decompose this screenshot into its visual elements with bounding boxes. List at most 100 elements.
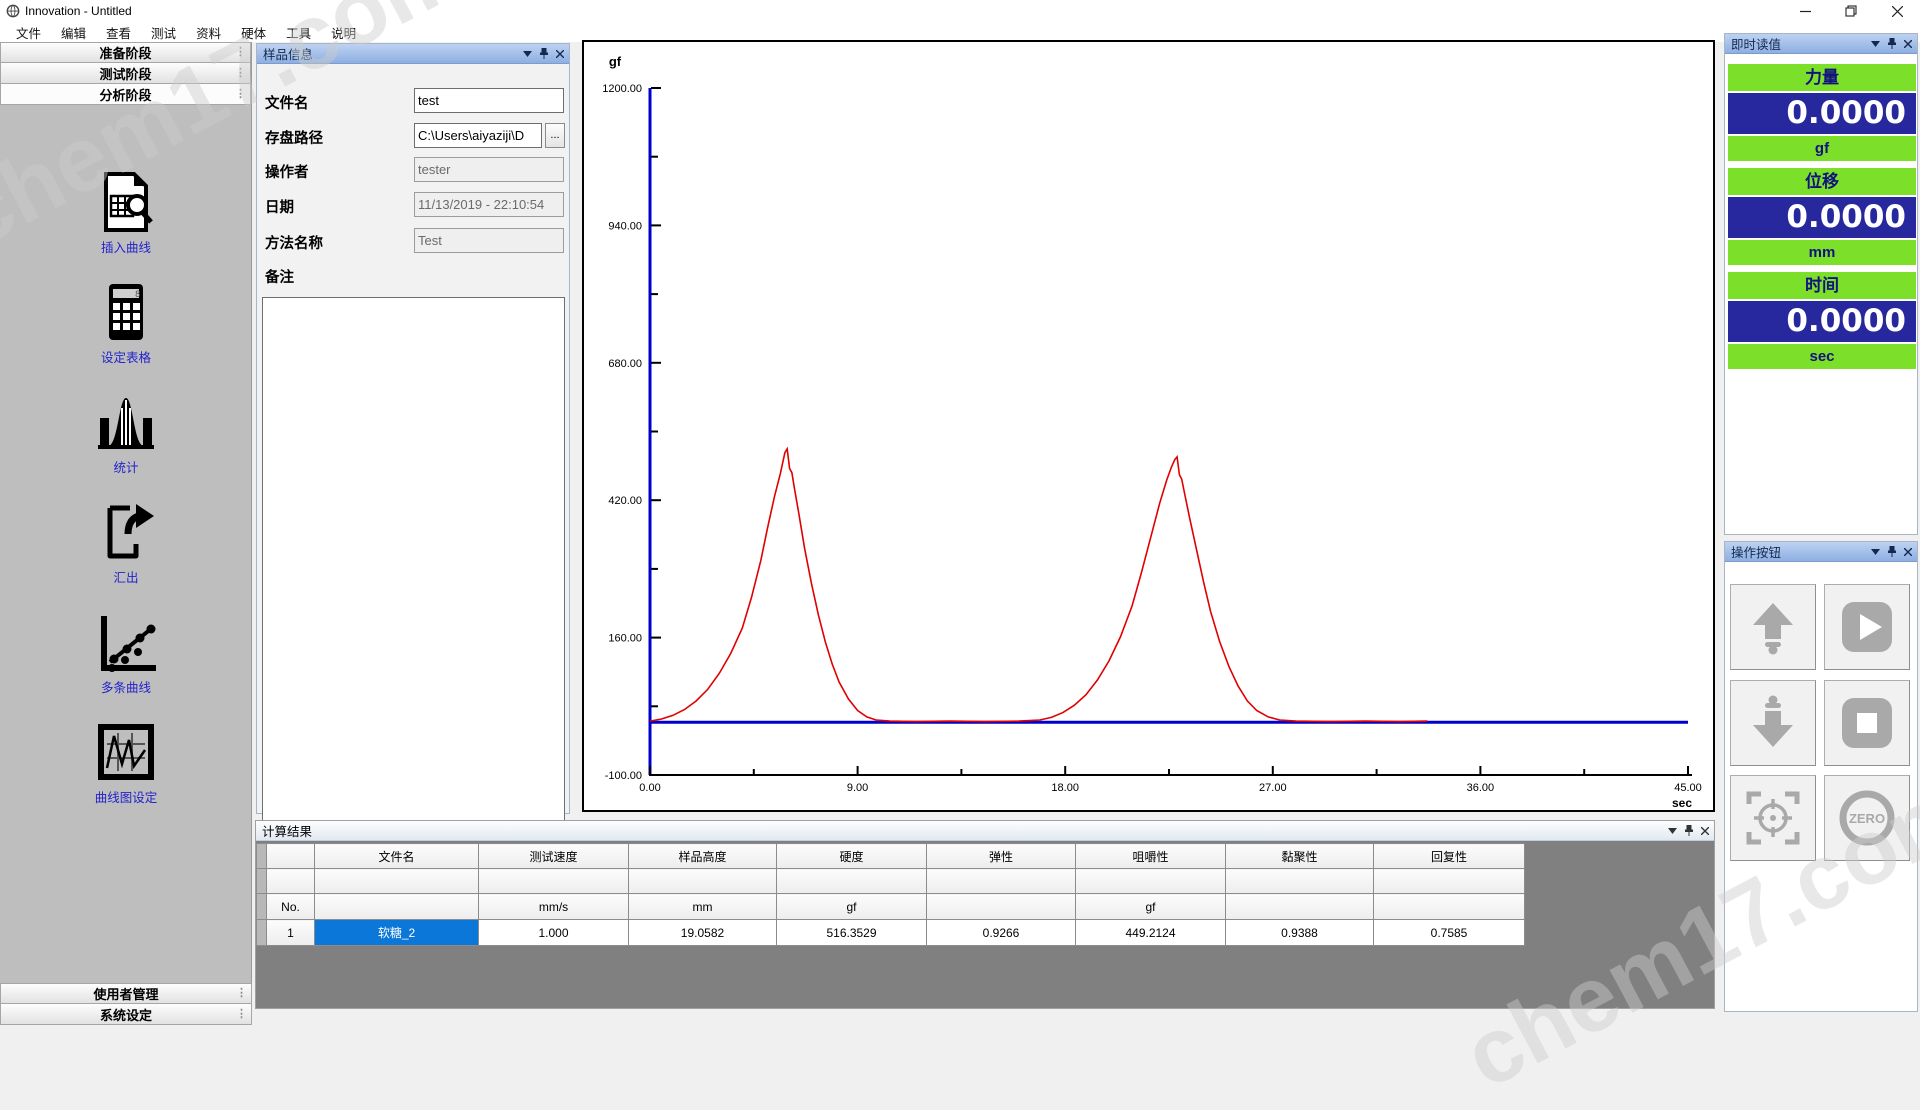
- realtime-readings-panel: 即时读值 力量 0.0000 gf 位移 0.0000 mm 时间 0.0000…: [1724, 33, 1918, 535]
- multi-curve-icon: [94, 610, 158, 674]
- close-button[interactable]: [1874, 0, 1920, 22]
- save-path-input[interactable]: [414, 123, 542, 148]
- result-value-cell[interactable]: 0.9266: [927, 920, 1076, 946]
- svg-text:8: 8: [135, 290, 140, 300]
- force-value: 0.0000: [1728, 93, 1916, 134]
- menu-help[interactable]: 说明: [321, 21, 366, 44]
- table-cell: [1374, 869, 1525, 894]
- tool-insert-curve[interactable]: 插入曲线: [0, 170, 252, 256]
- time-label: 时间: [1728, 272, 1916, 299]
- panel-close-icon[interactable]: [1904, 548, 1912, 556]
- target-button[interactable]: [1730, 775, 1816, 861]
- column-header: 咀嚼性: [1076, 844, 1226, 869]
- pin-icon[interactable]: [1685, 825, 1693, 836]
- column-header: 硬度: [777, 844, 927, 869]
- panel-menu-button[interactable]: [1871, 41, 1880, 47]
- sample-name-cell[interactable]: 软糖_2: [315, 920, 479, 946]
- menu-tools[interactable]: 工具: [276, 21, 321, 44]
- export-icon: [94, 500, 158, 564]
- unit-cell: mm/s: [479, 894, 629, 920]
- menu-test[interactable]: 测试: [141, 21, 186, 44]
- stop-icon: [1839, 695, 1895, 751]
- operator-input[interactable]: [414, 157, 564, 182]
- tool-chart-settings[interactable]: 曲线图设定: [0, 720, 252, 806]
- result-value-cell[interactable]: 516.3529: [777, 920, 927, 946]
- menu-edit[interactable]: 编辑: [51, 21, 96, 44]
- pin-icon[interactable]: [1888, 38, 1896, 49]
- run-button[interactable]: [1824, 584, 1910, 670]
- realtime-header: 即时读值: [1725, 34, 1917, 54]
- stage-prepare[interactable]: 准备阶段⋮: [0, 42, 251, 63]
- result-value-cell[interactable]: 1.000: [479, 920, 629, 946]
- tool-set-table[interactable]: 8 设定表格: [0, 280, 252, 366]
- sample-info-header: 样品信息: [257, 44, 569, 64]
- method-name-input[interactable]: [414, 228, 564, 253]
- insert-curve-icon: [94, 170, 158, 234]
- control-buttons-panel: 操作按钮: [1724, 541, 1918, 1012]
- window-title: Innovation - Untitled: [25, 4, 132, 18]
- result-value-cell[interactable]: 449.2124: [1076, 920, 1226, 946]
- tool-export[interactable]: 汇出: [0, 500, 252, 586]
- table-cell: [257, 894, 267, 920]
- zero-button[interactable]: ZERO: [1824, 775, 1910, 861]
- svg-text:940.00: 940.00: [608, 220, 642, 232]
- svg-text:27.00: 27.00: [1259, 782, 1287, 794]
- user-management-button[interactable]: 使用者管理⋮: [0, 983, 252, 1004]
- time-unit: sec: [1728, 344, 1916, 369]
- browse-button[interactable]: ...: [545, 123, 565, 148]
- menu-data[interactable]: 资料: [186, 21, 231, 44]
- notes-textarea[interactable]: [262, 297, 565, 823]
- chart-settings-icon: [94, 720, 158, 784]
- svg-text:-100.00: -100.00: [605, 770, 642, 782]
- restore-button[interactable]: [1828, 0, 1874, 22]
- menu-view[interactable]: 查看: [96, 21, 141, 44]
- unit-cell: [1374, 894, 1525, 920]
- panel-close-icon[interactable]: [1904, 40, 1912, 48]
- pin-icon[interactable]: [540, 48, 548, 59]
- panel-close-icon[interactable]: [1701, 827, 1709, 835]
- svg-text:160.00: 160.00: [608, 633, 642, 645]
- play-icon: [1839, 599, 1895, 655]
- svg-text:9.00: 9.00: [847, 782, 868, 794]
- stop-button[interactable]: [1824, 680, 1910, 766]
- system-settings-button[interactable]: 系统设定⋮: [0, 1004, 252, 1025]
- filename-input[interactable]: [414, 88, 564, 113]
- probe-down-button[interactable]: [1730, 680, 1816, 766]
- result-value-cell[interactable]: 19.0582: [629, 920, 777, 946]
- grip-dots: ⋮: [235, 49, 246, 56]
- table-cell: [777, 869, 927, 894]
- table-cell: [927, 869, 1076, 894]
- sample-info-panel: 样品信息 文件名 存盘路径 ... 操作者 日期 方法名称 备注: [256, 43, 570, 814]
- result-value-cell[interactable]: 0.7585: [1374, 920, 1525, 946]
- tool-statistics[interactable]: 统计: [0, 390, 252, 476]
- stage-test[interactable]: 测试阶段⋮: [0, 63, 251, 84]
- menu-hardware[interactable]: 硬体: [231, 21, 276, 44]
- grip-dots: ⋮: [236, 990, 247, 997]
- table-cell: [629, 869, 777, 894]
- results-table: 文件名测试速度样品高度硬度弹性咀嚼性黏聚性回复性No.mm/smmgfgf1软糖…: [256, 843, 1525, 946]
- displacement-value: 0.0000: [1728, 197, 1916, 238]
- date-label: 日期: [265, 196, 294, 217]
- panel-menu-button[interactable]: [523, 51, 532, 57]
- tool-multi-curve[interactable]: 多条曲线: [0, 610, 252, 696]
- panel-close-icon[interactable]: [556, 50, 564, 58]
- column-header: 样品高度: [629, 844, 777, 869]
- table-cell: [267, 844, 315, 869]
- probe-up-button[interactable]: [1730, 584, 1816, 670]
- minimize-button[interactable]: [1782, 0, 1828, 22]
- pin-icon[interactable]: [1888, 546, 1896, 557]
- result-value-cell[interactable]: 0.9388: [1226, 920, 1374, 946]
- row-number: 1: [267, 920, 315, 946]
- results-header: 计算结果: [256, 821, 1714, 841]
- panel-menu-button[interactable]: [1871, 549, 1880, 555]
- date-input[interactable]: [414, 192, 564, 217]
- zero-icon: ZERO: [1838, 789, 1896, 847]
- minimize-icon: [1800, 6, 1811, 17]
- menu-file[interactable]: 文件: [6, 21, 51, 44]
- arrow-up-icon: [1745, 599, 1801, 655]
- stage-analysis[interactable]: 分析阶段⋮: [0, 84, 251, 105]
- unit-cell: [927, 894, 1076, 920]
- panel-menu-button[interactable]: [1668, 828, 1677, 834]
- table-cell: [1076, 869, 1226, 894]
- save-path-label: 存盘路径: [265, 127, 323, 148]
